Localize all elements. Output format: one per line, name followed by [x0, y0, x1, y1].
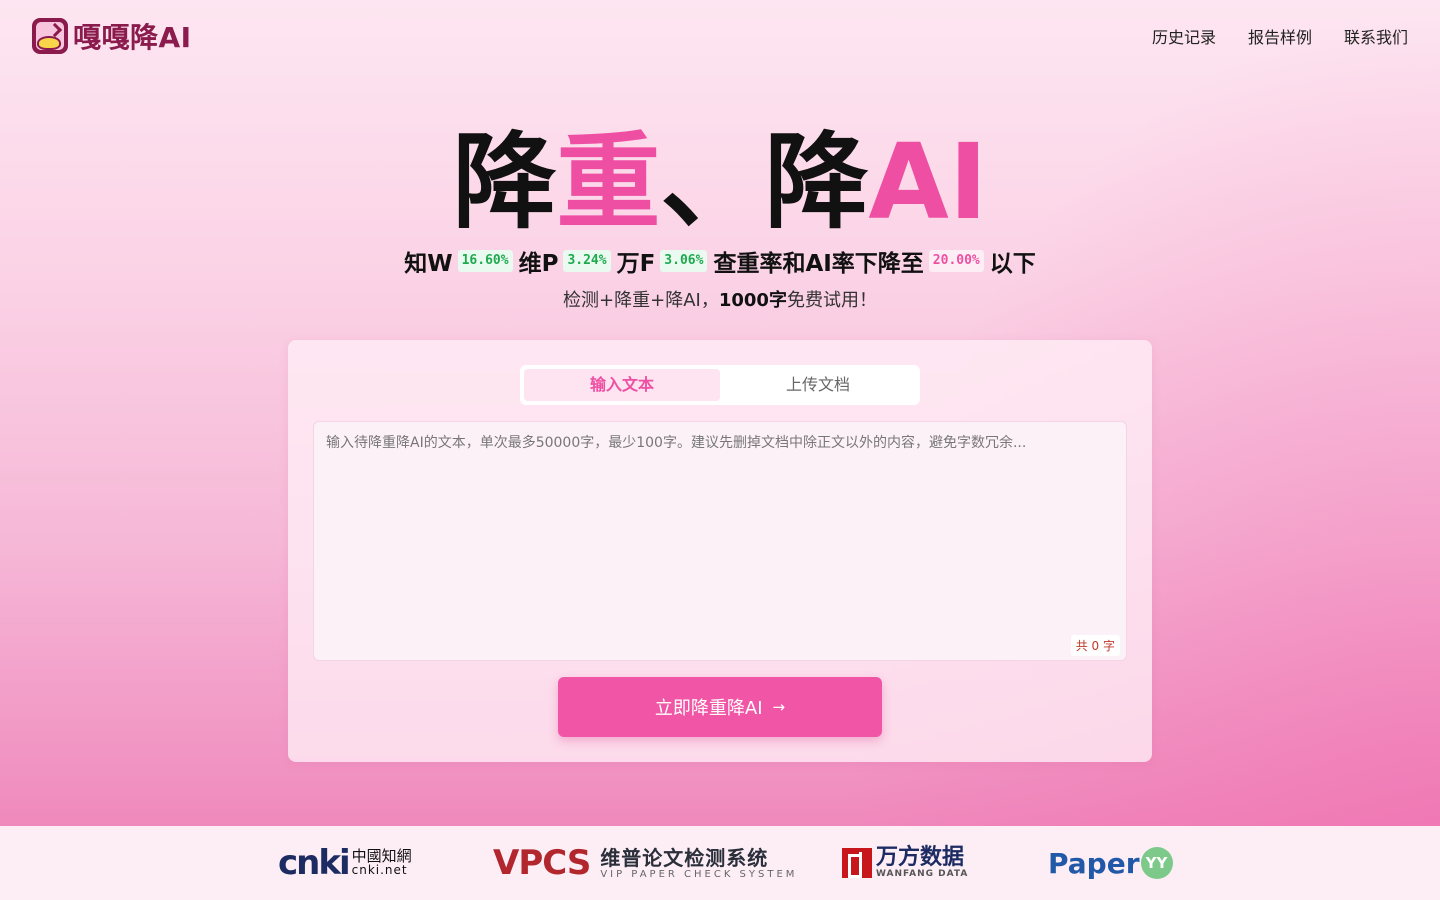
top-nav: 历史记录 报告样例 联系我们: [1152, 24, 1408, 48]
wanfang-icon: [842, 848, 872, 878]
hero-title: 降重、降AI: [0, 122, 1440, 242]
stat-label-vip: 维P: [518, 251, 559, 277]
submit-label: 立即降重降AI: [654, 698, 763, 719]
cnki-cn: 中國知網: [351, 847, 412, 865]
cnki-mark: cnki: [278, 843, 351, 883]
nav-history[interactable]: 历史记录: [1152, 24, 1216, 48]
stat-label-wanfang: 万F: [616, 251, 656, 277]
text-input[interactable]: [314, 422, 1126, 660]
logo[interactable]: 嘎嘎降AI: [32, 17, 192, 55]
wanfang-logo: 万方数据 WANFANG DATA: [842, 826, 968, 900]
tab-upload-document[interactable]: 上传文档: [720, 369, 916, 401]
nav-contact[interactable]: 联系我们: [1344, 24, 1408, 48]
top-header: 嘎嘎降AI 历史记录 报告样例 联系我们: [0, 0, 1440, 72]
stat-badge-vip: 3.24%: [563, 250, 611, 272]
target-label: 查重率和AI率下降至: [713, 251, 924, 277]
tab-input-text[interactable]: 输入文本: [524, 369, 720, 401]
input-tabs: 输入文本 上传文档: [520, 365, 920, 405]
vpcs-mark: VPCS: [493, 843, 591, 883]
stat-badge-wanfang: 3.06%: [660, 250, 708, 272]
hero-stats: 知W 16.60% 维P 3.24% 万F 3.06% 查重率和AI率下降至 2…: [0, 244, 1440, 278]
hero-title-part3: 、降: [660, 121, 869, 243]
hero-description: 检测+降重+降AI，1000字免费试用！: [0, 286, 1440, 312]
word-counter: 共 0 字: [1070, 635, 1120, 656]
nav-report-sample[interactable]: 报告样例: [1248, 24, 1312, 48]
desc-bold: 1000字: [718, 290, 787, 311]
target-suffix: 以下: [989, 251, 1036, 277]
submit-button[interactable]: 立即降重降AI →: [558, 677, 882, 737]
input-card: 输入文本 上传文档 共 0 字 立即降重降AI →: [288, 340, 1152, 762]
paperyy-text: Paper: [1048, 846, 1140, 880]
hero-title-part1: 降: [452, 121, 557, 243]
desc-suffix: 免费试用！: [786, 290, 877, 311]
stat-label-cnki: 知W: [404, 251, 453, 277]
wanfang-cn: 万方数据: [876, 845, 965, 870]
partner-logos: cnki 中國知網 cnki.net VPCS 维普论文检测系统 VIP PAP…: [0, 826, 1440, 900]
paperyy-badge: YY: [1140, 847, 1173, 879]
cnki-en: cnki.net: [351, 863, 408, 877]
vpcs-en: VIP PAPER CHECK SYSTEM: [600, 868, 798, 880]
vpcs-cn: 维普论文检测系统: [600, 845, 769, 870]
target-badge: 20.00%: [928, 250, 984, 272]
paperyy-logo: Paper YY: [1048, 826, 1173, 900]
hero-title-part4: AI: [868, 121, 988, 243]
vpcs-logo: VPCS 维普论文检测系统 VIP PAPER CHECK SYSTEM: [493, 826, 797, 900]
desc-prefix: 检测+降重+降AI，: [563, 290, 719, 311]
hero-title-part2: 重: [556, 121, 661, 243]
text-input-area: 共 0 字: [313, 421, 1127, 661]
logo-text: 嘎嘎降AI: [73, 21, 192, 54]
cnki-logo: cnki 中國知網 cnki.net: [278, 826, 412, 900]
arrow-right-icon: →: [772, 698, 786, 716]
wanfang-en: WANFANG DATA: [876, 869, 969, 879]
stat-badge-cnki: 16.60%: [457, 250, 513, 272]
logo-icon: [32, 18, 68, 54]
